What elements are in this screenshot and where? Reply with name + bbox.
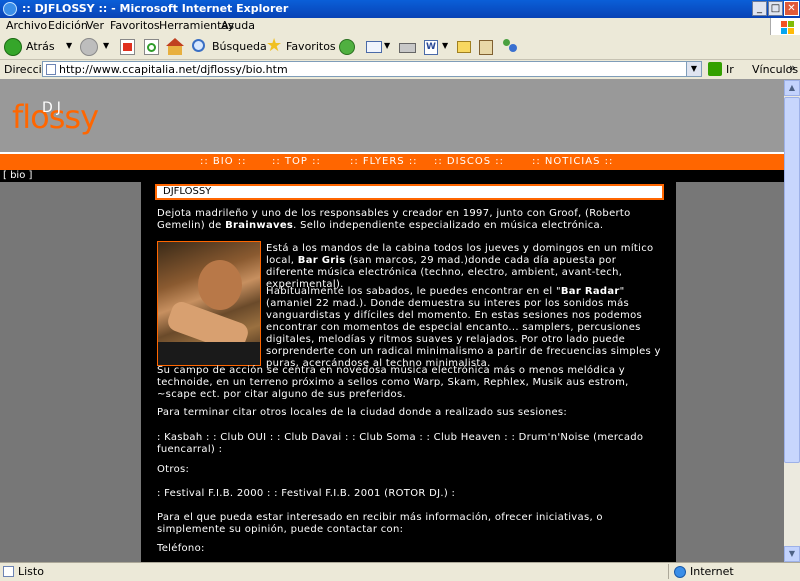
page-icon [46, 64, 56, 75]
bio-paragraph-1: Dejota madrileño y uno de los responsabl… [157, 208, 631, 231]
dj-photo [157, 241, 261, 366]
breadcrumb-text: [ bio ] [3, 170, 33, 181]
research-icon [479, 40, 493, 55]
messenger-button[interactable] [500, 37, 520, 57]
breadcrumb: [ bio ] [0, 170, 784, 182]
vertical-scrollbar[interactable]: ▲ ▼ [784, 80, 800, 562]
star-icon: ★ [266, 35, 283, 56]
status-text: Listo [18, 565, 44, 578]
nav-discos[interactable]: :: DISCOS :: [434, 156, 504, 167]
menu-ver[interactable]: Ver [86, 19, 104, 32]
go-button[interactable]: Ir [726, 63, 734, 76]
bio-paragraph-2: Está a los mandos de la cabina todos los… [266, 243, 654, 290]
stop-button[interactable] [118, 37, 138, 57]
venues-list: : Kasbah : : Club OUI : : Club Davai : :… [157, 432, 644, 455]
address-bar: Dirección http://www.ccapitalia.net/djfl… [0, 60, 800, 80]
menu-bar: Archivo Edición Ver Favoritos Herramient… [0, 18, 800, 36]
minimize-button[interactable]: _ [752, 1, 767, 16]
research-button[interactable] [478, 37, 496, 57]
page-viewport: flossy DJ :: BIO :: :: TOP :: :: FLYERS … [0, 80, 784, 562]
close-button[interactable]: ✕ [784, 1, 799, 16]
address-input[interactable]: http://www.ccapitalia.net/djflossy/bio.h… [42, 61, 702, 77]
back-arrow-icon [4, 38, 22, 56]
window-title: :: DJFLOSSY :: - Microsoft Internet Expl… [22, 2, 289, 15]
nav-bio[interactable]: :: BIO :: [200, 156, 247, 167]
history-button[interactable] [338, 37, 358, 57]
go-arrow-icon[interactable] [708, 62, 722, 76]
contact-paragraph: Para el que pueda estar interesado en re… [157, 512, 603, 535]
stop-icon [120, 39, 135, 55]
menu-edicion[interactable]: Edición [48, 19, 88, 32]
page-title: DJFLOSSY [163, 186, 212, 197]
folder-icon [457, 41, 471, 53]
status-bar: Listo Internet [0, 562, 800, 581]
history-icon [339, 39, 355, 55]
bio-paragraph-4: Su campo de acción se centra en novedosa… [157, 365, 629, 400]
address-dropdown-icon[interactable]: ▼ [686, 62, 701, 76]
ie-icon [3, 2, 17, 16]
bio-paragraph-3: Habitualmente los sabados, le puedes enc… [266, 286, 661, 369]
mail-icon [366, 41, 382, 53]
scroll-down-icon[interactable]: ▼ [784, 546, 800, 562]
forward-button[interactable] [80, 37, 104, 57]
forward-dropdown-icon[interactable]: ▼ [103, 41, 113, 61]
windows-logo-icon [770, 18, 800, 35]
back-button[interactable]: Atrás [4, 37, 66, 57]
scroll-thumb[interactable] [784, 97, 800, 463]
bio-content: DJFLOSSY Dejota madrileño y uno de los r… [141, 182, 676, 562]
security-zone: Internet [690, 565, 734, 578]
others-label: Otros: [157, 464, 190, 475]
site-nav: :: BIO :: :: TOP :: :: FLYERS :: :: DISC… [0, 154, 784, 170]
edit-button[interactable]: W ▼ [424, 37, 452, 57]
site-header: flossy DJ [0, 80, 784, 152]
discuss-button[interactable] [456, 37, 474, 57]
festivals-list: : Festival F.I.B. 2000 : : Festival F.I.… [157, 488, 456, 499]
home-icon [168, 45, 182, 55]
links-chevron-icon[interactable]: » [789, 61, 796, 74]
home-button[interactable] [166, 37, 186, 57]
word-icon: W [424, 40, 438, 55]
menu-ayuda[interactable]: Ayuda [221, 19, 255, 32]
nav-noticias[interactable]: :: NOTICIAS :: [532, 156, 613, 167]
maximize-button[interactable]: □ [768, 1, 783, 16]
menu-archivo[interactable]: Archivo [6, 19, 47, 32]
favorites-button[interactable]: ★ Favoritos [266, 35, 336, 57]
print-button[interactable] [398, 37, 418, 57]
refresh-icon [144, 39, 159, 55]
site-logo-dj: DJ [42, 100, 65, 116]
bio-paragraph-5: Para terminar citar otros locales de la … [157, 407, 568, 418]
page-title-box: DJFLOSSY [155, 184, 664, 200]
nav-flyers[interactable]: :: FLYERS :: [350, 156, 418, 167]
address-url[interactable]: http://www.ccapitalia.net/djflossy/bio.h… [59, 63, 288, 76]
back-dropdown-icon[interactable]: ▼ [66, 41, 76, 61]
menu-favoritos[interactable]: Favoritos [110, 19, 160, 32]
nav-top[interactable]: :: TOP :: [272, 156, 321, 167]
search-button[interactable]: Búsqueda [192, 37, 267, 57]
phone-label: Teléfono: [157, 543, 205, 554]
standard-toolbar: Atrás ▼ ▼ Búsqueda ★ Favoritos ▼ W ▼ [0, 35, 800, 60]
mail-button[interactable]: ▼ [366, 37, 394, 57]
window-title-bar[interactable]: :: DJFLOSSY :: - Microsoft Internet Expl… [0, 0, 800, 18]
refresh-button[interactable] [142, 37, 162, 57]
internet-zone-icon [674, 566, 686, 578]
page-status-icon [3, 566, 14, 577]
forward-arrow-icon [80, 38, 98, 56]
search-icon [192, 39, 205, 52]
print-icon [399, 43, 416, 53]
scroll-up-icon[interactable]: ▲ [784, 80, 800, 96]
